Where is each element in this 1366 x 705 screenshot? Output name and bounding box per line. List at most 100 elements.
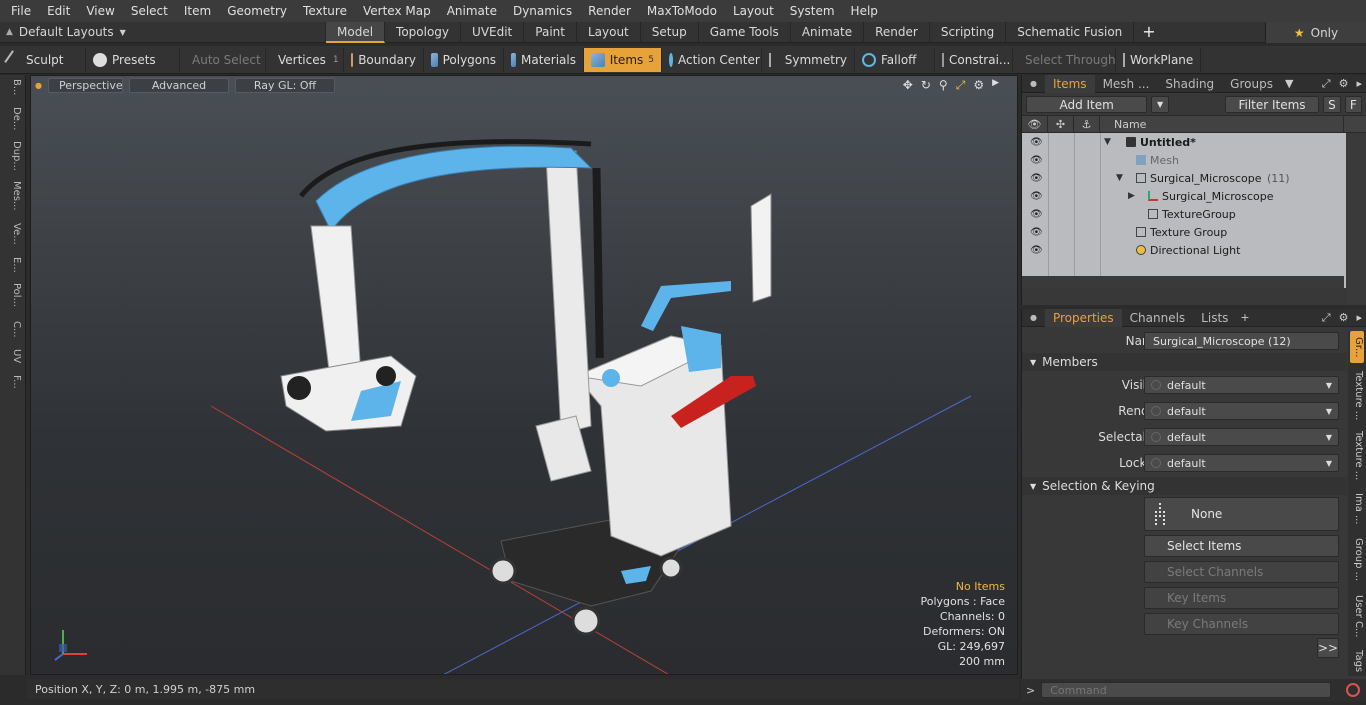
menu-texture[interactable]: Texture <box>295 0 355 22</box>
expand-more-button[interactable]: >> <box>1317 638 1339 658</box>
side-tab-group-2[interactable]: Group ... <box>1350 535 1364 585</box>
panel-expand-icon[interactable]: ▸ <box>1352 77 1366 90</box>
tab-game-tools[interactable]: Game Tools <box>699 21 791 43</box>
tree-row-group[interactable]: 👁 ▼ Surgical_Microscope (11) <box>1022 169 1344 187</box>
left-tab-deform[interactable]: De... <box>4 107 22 130</box>
side-tab-user-channels[interactable]: User C... <box>1350 591 1364 641</box>
panel-gear-icon[interactable]: ⚙ <box>1335 311 1353 324</box>
menu-geometry[interactable]: Geometry <box>219 0 295 22</box>
view-mode-button[interactable]: Perspective <box>47 77 123 93</box>
menu-system[interactable]: System <box>782 0 843 22</box>
tab-channels[interactable]: Channels <box>1122 309 1194 327</box>
name-field[interactable]: Surgical_Microscope (12) <box>1144 332 1339 350</box>
left-tab-uv[interactable]: UV <box>4 349 22 363</box>
side-tab-texture-2[interactable]: Texture ... <box>1350 429 1364 483</box>
scene-canvas[interactable] <box>31 76 1018 675</box>
visible-select[interactable]: default ▼ <box>1144 376 1339 394</box>
left-tab-fusion[interactable]: F... <box>4 375 22 389</box>
auto-select-button[interactable]: Auto Select <box>180 47 266 72</box>
rotate-view-icon[interactable]: ↻ <box>921 78 931 93</box>
menu-layout[interactable]: Layout <box>725 0 782 22</box>
add-tab-plus-icon[interactable]: + <box>1134 22 1163 42</box>
items-mode-button[interactable]: Items 5 <box>584 47 662 72</box>
key-items-button[interactable]: Key Items <box>1144 587 1339 609</box>
tab-uvedit[interactable]: UVEdit <box>461 21 525 43</box>
key-channels-button[interactable]: Key Channels <box>1144 613 1339 635</box>
panel-gear-icon[interactable]: ⚙ <box>1335 77 1353 90</box>
materials-button[interactable]: Materials <box>504 47 584 72</box>
falloff-button[interactable]: Falloff <box>855 47 935 72</box>
vertical-scrollbar[interactable] <box>1346 133 1366 305</box>
render-select[interactable]: default ▼ <box>1144 402 1339 420</box>
menu-view[interactable]: View <box>78 0 122 22</box>
type-column-icon[interactable]: ⚓ <box>1074 115 1100 133</box>
left-tab-basic[interactable]: B... <box>4 79 22 95</box>
action-center-button[interactable]: Action Center <box>662 47 762 72</box>
panel-menu-dot-icon[interactable]: ● <box>1022 75 1045 93</box>
menu-help[interactable]: Help <box>843 0 886 22</box>
command-input[interactable] <box>1041 682 1332 698</box>
filter-items-button[interactable]: Filter Items <box>1224 95 1320 113</box>
none-preset-button[interactable]: None <box>1144 497 1339 531</box>
tab-setup[interactable]: Setup <box>641 21 699 43</box>
presets-button[interactable]: Presets <box>86 47 180 72</box>
menu-file[interactable]: File <box>0 0 39 22</box>
boundary-button[interactable]: Boundary <box>344 47 424 72</box>
visibility-column-eye-icon[interactable]: 👁 <box>1022 115 1048 133</box>
tab-mesh[interactable]: Mesh ... <box>1095 75 1158 93</box>
sculpt-button[interactable]: Sculpt <box>0 47 86 72</box>
side-tab-group[interactable]: Gr... <box>1350 331 1364 363</box>
add-tab-plus-icon[interactable]: + <box>1236 311 1253 324</box>
tab-render[interactable]: Render <box>864 21 930 43</box>
menu-maxtomodo[interactable]: MaxToModo <box>639 0 725 22</box>
constraints-button[interactable]: Constrai... <box>935 47 1013 72</box>
eye-icon[interactable]: 👁 <box>1030 137 1043 148</box>
menu-vertex-map[interactable]: Vertex Map <box>355 0 439 22</box>
tab-topology[interactable]: Topology <box>385 21 462 43</box>
selection-keying-section[interactable]: ▼ Selection & Keying <box>1022 477 1347 495</box>
f-filter-button[interactable]: F <box>1344 95 1362 113</box>
select-channels-button[interactable]: Select Channels <box>1144 561 1339 583</box>
tab-scripting[interactable]: Scripting <box>930 21 1007 43</box>
eye-icon[interactable]: 👁 <box>1030 245 1043 256</box>
tree-row-untitled[interactable]: 👁 ▼ Untitled* <box>1022 133 1344 151</box>
tab-schematic-fusion[interactable]: Schematic Fusion <box>1006 21 1135 43</box>
menu-select[interactable]: Select <box>123 0 176 22</box>
s-filter-button[interactable]: S <box>1323 95 1341 113</box>
tab-properties[interactable]: Properties <box>1044 308 1122 327</box>
tabs-dropdown-icon[interactable]: ▼ <box>1281 77 1297 90</box>
tree-row-texturegroup[interactable]: 👁 TextureGroup <box>1022 205 1344 223</box>
raygl-button[interactable]: Ray GL: Off <box>234 77 335 93</box>
menu-dynamics[interactable]: Dynamics <box>505 0 580 22</box>
eye-icon[interactable]: 👁 <box>1030 191 1043 202</box>
menu-render[interactable]: Render <box>580 0 639 22</box>
stop-icon[interactable] <box>1346 683 1360 697</box>
eye-icon[interactable]: 👁 <box>1030 227 1043 238</box>
expand-arrow-icon[interactable]: ▼ <box>1104 137 1111 147</box>
vertices-button[interactable]: Vertices 1 <box>266 47 344 72</box>
side-tab-image[interactable]: Ima ... <box>1350 489 1364 529</box>
left-tab-duplicate[interactable]: Dup... <box>4 141 22 171</box>
panel-expand-icon[interactable]: ▸ <box>1352 311 1366 324</box>
tree-row-texture-group[interactable]: 👁 Texture Group <box>1022 223 1344 241</box>
collapse-arrow-icon[interactable]: ▶ <box>1128 191 1135 201</box>
viewport-menu-dot-icon[interactable]: ● <box>35 81 42 90</box>
expand-arrow-icon[interactable]: ▶ <box>992 78 999 93</box>
menu-animate[interactable]: Animate <box>439 0 505 22</box>
locked-select[interactable]: default ▼ <box>1144 454 1339 472</box>
tab-animate[interactable]: Animate <box>791 21 865 43</box>
tree-row-light[interactable]: 👁 Directional Light <box>1022 241 1344 259</box>
select-through-button[interactable]: Select Through <box>1013 47 1116 72</box>
expand-arrow-icon[interactable]: ▼ <box>1116 173 1123 183</box>
settings-gear-icon[interactable]: ⚙ <box>973 78 984 93</box>
tab-model[interactable]: Model <box>326 21 386 43</box>
side-tab-texture-1[interactable]: Texture ... <box>1350 369 1364 423</box>
tab-lists[interactable]: Lists <box>1193 309 1236 327</box>
eye-icon[interactable]: 👁 <box>1030 155 1043 166</box>
move-view-icon[interactable]: ✥ <box>903 78 913 93</box>
left-tab-vertex[interactable]: Ve... <box>4 223 22 245</box>
side-tab-tags[interactable]: Tags <box>1350 647 1364 675</box>
tree-row-locator[interactable]: 👁 ▶ Surgical_Microscope <box>1022 187 1344 205</box>
3d-viewport[interactable]: ● Perspective Advanced Ray GL: Off ✥ ↻ ⚲… <box>30 75 1018 675</box>
left-tab-curve[interactable]: C... <box>4 321 22 338</box>
